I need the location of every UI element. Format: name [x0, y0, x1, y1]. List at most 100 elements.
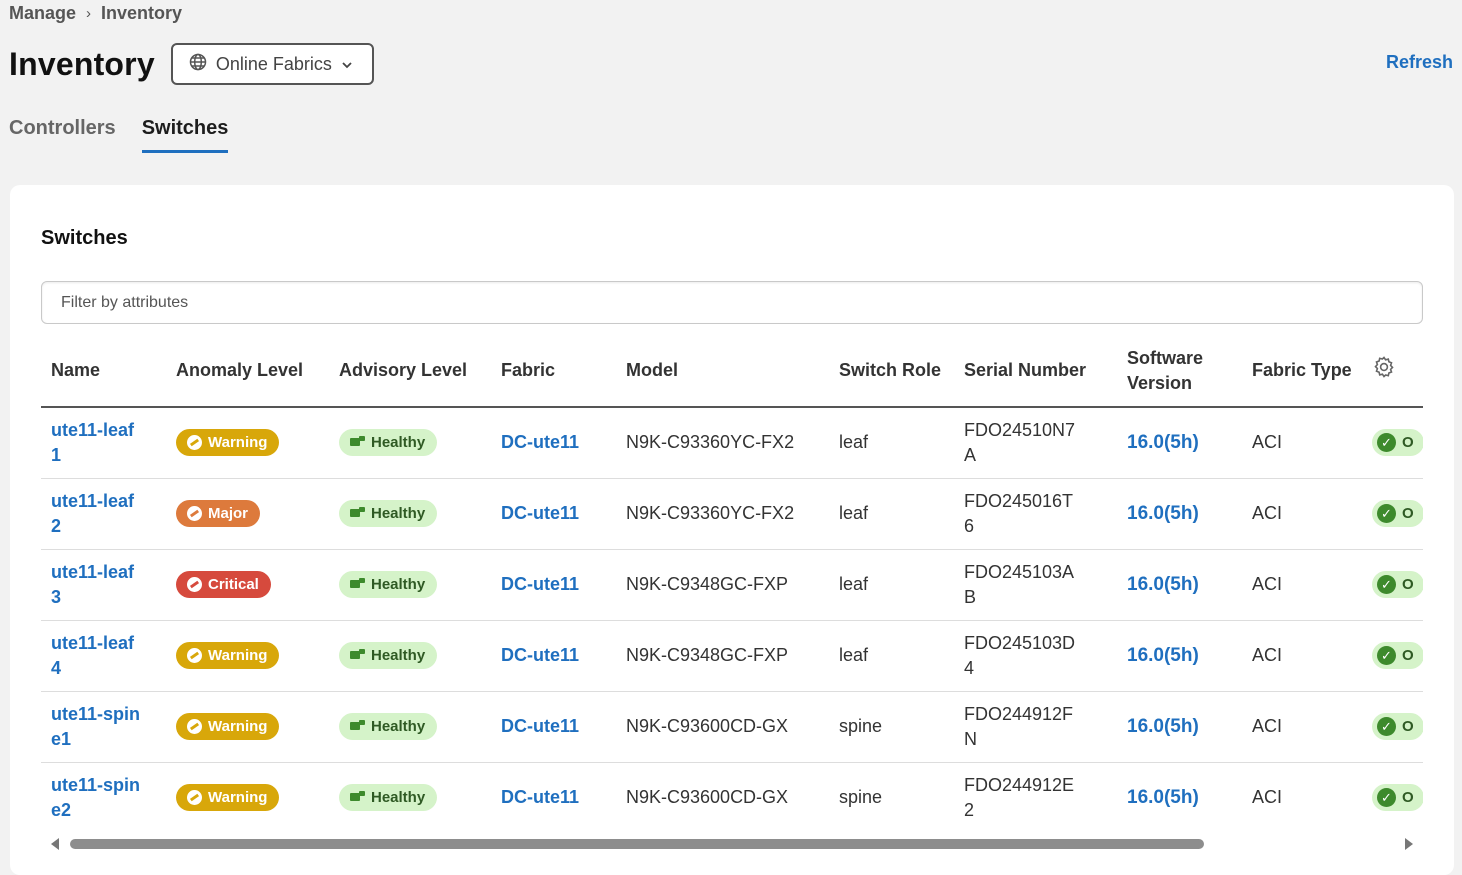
column-header-switch-role[interactable]: Switch Role — [829, 335, 954, 408]
switch-name-link[interactable]: ute11-leaf3 — [51, 560, 141, 610]
switch-name-link[interactable]: ute11-spine1 — [51, 702, 141, 752]
cell-model: N9K-C93600CD-GX — [616, 691, 829, 763]
advisory-badge[interactable]: Healthy — [339, 784, 438, 811]
serial-number-text: FDO244912E2 — [964, 774, 1075, 820]
switch-name-link[interactable]: ute11-leaf2 — [51, 489, 141, 539]
fabric-link[interactable]: DC-ute11 — [491, 478, 616, 550]
scrollbar-thumb[interactable] — [70, 839, 1204, 849]
switches-table-container[interactable]: Name Anomaly Level Advisory Level Fabric… — [41, 335, 1423, 833]
fabric-link[interactable]: DC-ute11 — [491, 549, 616, 621]
status-chip[interactable]: ✓ O — [1372, 642, 1423, 669]
software-version-link[interactable]: 16.0(5h) — [1117, 478, 1242, 550]
advisory-badge[interactable]: Healthy — [339, 642, 438, 669]
cell-switch-role: leaf — [829, 549, 954, 621]
cell-model: N9K-C9348GC-FXP — [616, 549, 829, 621]
anomaly-badge[interactable]: Warning — [176, 783, 280, 811]
table-row[interactable]: ute11-leaf3 Critical Healthy DC-ute11 N9K-C9… — [41, 549, 1423, 621]
column-header-name[interactable]: Name — [41, 335, 166, 408]
status-chip[interactable]: ✓ O — [1372, 571, 1423, 598]
table-row[interactable]: ute11-spine2 Warning Healthy DC-ute11 N9K-C9… — [41, 762, 1423, 833]
column-header-anomaly-level[interactable]: Anomaly Level — [166, 335, 329, 408]
anomaly-badge[interactable]: Warning — [176, 428, 280, 456]
fabric-link[interactable]: DC-ute11 — [491, 407, 616, 479]
column-header-model[interactable]: Model — [616, 335, 829, 408]
column-header-fabric[interactable]: Fabric — [491, 335, 616, 408]
gear-icon[interactable] — [1372, 355, 1396, 379]
cell-advisory-level: Healthy — [329, 407, 491, 479]
status-label: O — [1402, 718, 1414, 735]
switch-name-link[interactable]: ute11-leaf4 — [51, 631, 141, 681]
status-chip[interactable]: ✓ O — [1372, 713, 1423, 740]
scroll-right-arrow-icon[interactable] — [1405, 838, 1413, 850]
cell-switch-role: spine — [829, 691, 954, 763]
refresh-link[interactable]: Refresh — [1386, 52, 1453, 73]
fabric-selector-label: Online Fabrics — [215, 53, 332, 74]
anomaly-icon — [187, 718, 202, 734]
check-circle-icon: ✓ — [1377, 717, 1396, 736]
cell-name[interactable]: ute11-leaf1 — [41, 407, 166, 479]
table-row[interactable]: ute11-leaf4 Warning Healthy DC-ute11 N9K-C93… — [41, 620, 1423, 692]
switch-name-link[interactable]: ute11-leaf1 — [51, 418, 141, 468]
cell-name[interactable]: ute11-leaf4 — [41, 620, 166, 692]
switches-card: Switches Name Anomaly Level Advisory Lev… — [10, 185, 1454, 875]
anomaly-badge[interactable]: Critical — [176, 570, 271, 598]
cell-switch-role: leaf — [829, 478, 954, 550]
status-chip[interactable]: ✓ O — [1372, 500, 1423, 527]
breadcrumb-separator: › — [86, 5, 92, 22]
software-version-link[interactable]: 16.0(5h) — [1117, 549, 1242, 621]
scroll-left-arrow-icon[interactable] — [51, 838, 59, 850]
advisory-label: Healthy — [371, 505, 426, 522]
table-row[interactable]: ute11-leaf2 Major Healthy DC-ute11 N9K-C9336… — [41, 478, 1423, 550]
status-label: O — [1402, 434, 1414, 452]
column-header-advisory-level[interactable]: Advisory Level — [329, 335, 491, 408]
advisory-badge[interactable]: Healthy — [339, 500, 438, 527]
column-header-serial-number[interactable]: Serial Number — [954, 335, 1117, 408]
anomaly-badge[interactable]: Major — [176, 499, 261, 527]
table-row[interactable]: ute11-spine1 Warning Healthy DC-ute11 N9K-C9… — [41, 691, 1423, 763]
software-version-link[interactable]: 16.0(5h) — [1117, 691, 1242, 763]
horizontal-scrollbar[interactable] — [41, 836, 1423, 852]
switch-name-link[interactable]: ute11-spine2 — [51, 773, 141, 823]
serial-number-text: FDO245016T6 — [964, 490, 1074, 536]
check-circle-icon: ✓ — [1377, 504, 1396, 523]
anomaly-label: Warning — [208, 646, 268, 664]
cell-name[interactable]: ute11-leaf2 — [41, 478, 166, 550]
breadcrumb-manage[interactable]: Manage — [9, 3, 76, 24]
cell-switch-role: leaf — [829, 407, 954, 479]
status-label: O — [1402, 789, 1414, 806]
cell-name[interactable]: ute11-spine2 — [41, 762, 166, 833]
anomaly-icon — [187, 576, 202, 592]
cell-anomaly-level: Warning — [166, 691, 329, 763]
cell-name[interactable]: ute11-spine1 — [41, 691, 166, 763]
column-header-fabric-type[interactable]: Fabric Type — [1242, 335, 1362, 408]
cell-anomaly-level: Major — [166, 478, 329, 550]
advisory-badge[interactable]: Healthy — [339, 713, 438, 740]
status-chip[interactable]: ✓ O — [1372, 429, 1423, 457]
tab-switches[interactable]: Switches — [141, 117, 229, 153]
advisory-badge[interactable]: Healthy — [339, 571, 438, 598]
cell-serial-number: FDO24510N7A — [954, 407, 1117, 479]
fabric-link[interactable]: DC-ute11 — [491, 762, 616, 833]
advisory-badge[interactable]: Healthy — [339, 429, 438, 457]
tab-controllers[interactable]: Controllers — [9, 117, 116, 153]
anomaly-badge[interactable]: Warning — [176, 641, 280, 669]
cell-anomaly-level: Warning — [166, 407, 329, 479]
software-version-link[interactable]: 16.0(5h) — [1117, 762, 1242, 833]
fabric-selector-dropdown[interactable]: Online Fabrics — [170, 43, 374, 85]
column-settings-header — [1362, 335, 1423, 408]
anomaly-icon — [187, 434, 202, 450]
software-version-link[interactable]: 16.0(5h) — [1117, 407, 1242, 479]
status-chip[interactable]: ✓ O — [1372, 784, 1423, 811]
serial-number-text: FDO24510N7A — [964, 419, 1076, 465]
status-label: O — [1402, 576, 1414, 593]
fabric-link[interactable]: DC-ute11 — [491, 620, 616, 692]
cell-name[interactable]: ute11-leaf3 — [41, 549, 166, 621]
cell-fabric-type: ACI — [1242, 407, 1362, 479]
fabric-link[interactable]: DC-ute11 — [491, 691, 616, 763]
anomaly-badge[interactable]: Warning — [176, 712, 280, 740]
software-version-link[interactable]: 16.0(5h) — [1117, 620, 1242, 692]
filter-input[interactable] — [41, 281, 1423, 324]
column-header-software-version[interactable]: Software Version — [1117, 335, 1242, 408]
cell-fabric-type: ACI — [1242, 549, 1362, 621]
table-row[interactable]: ute11-leaf1 Warning Healthy DC-ute11 N9K-C93… — [41, 407, 1423, 479]
